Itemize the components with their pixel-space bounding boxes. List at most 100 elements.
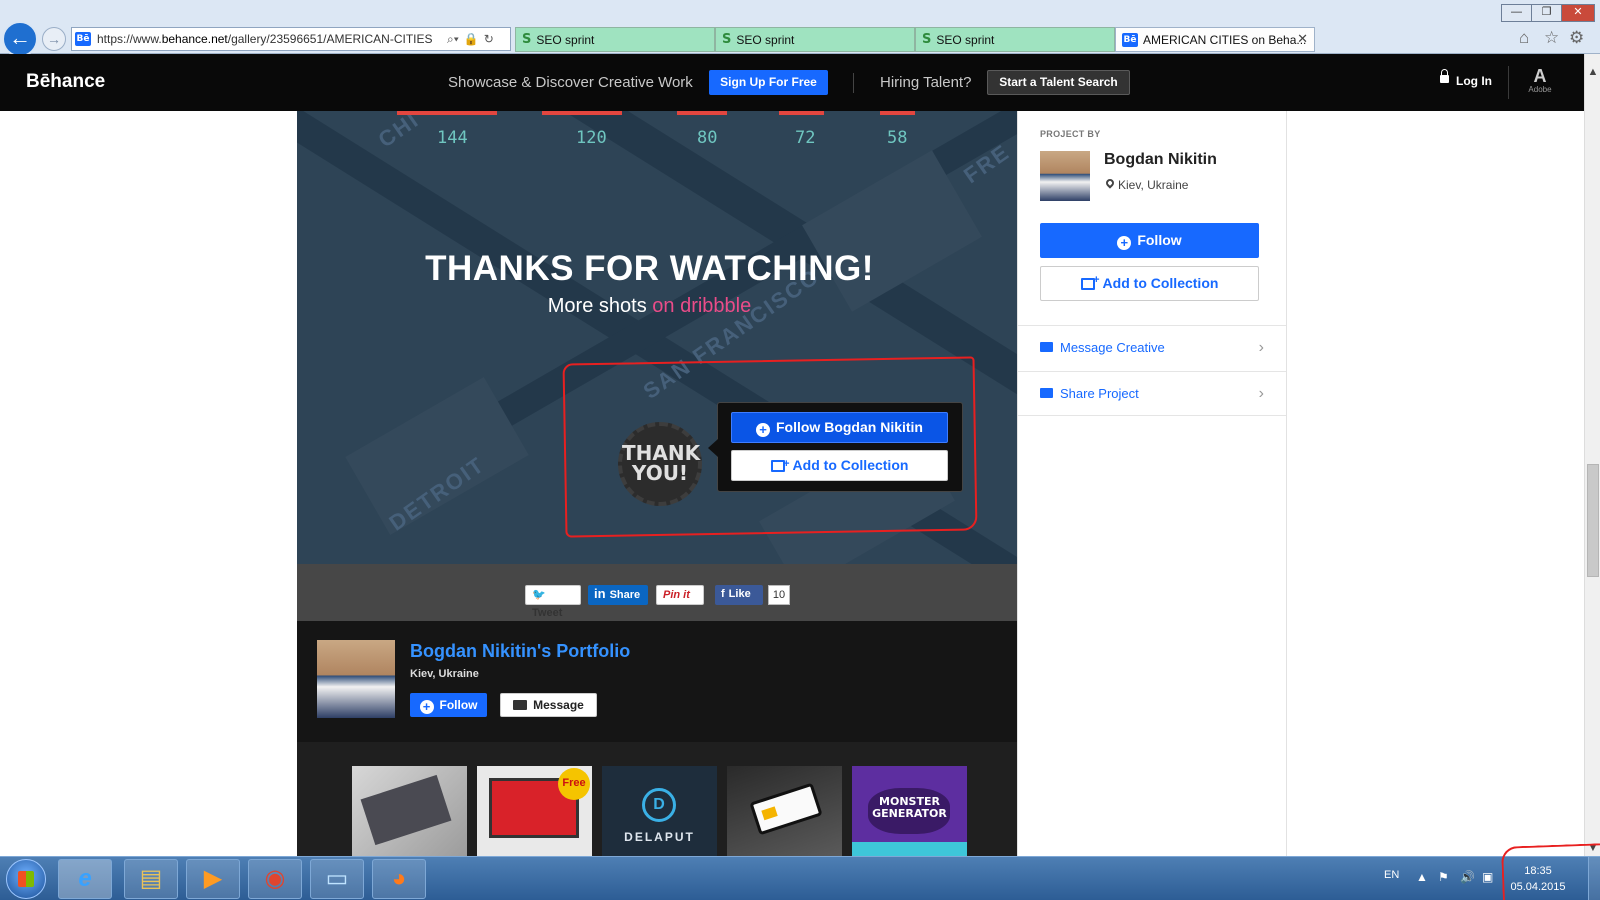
project-thumbnail[interactable]: Free [477,766,592,856]
seo-favicon-icon: S [722,32,732,47]
back-button[interactable]: ← [2,21,38,57]
chevron-right-icon: › [1258,339,1264,356]
linkedin-share-button[interactable]: in Share [588,585,648,605]
lock-icon[interactable]: 🔒 [464,32,479,46]
tab-label: SEO sprint [936,32,995,47]
follow-bogdan-nikitin-button[interactable]: + Follow Bogdan Nikitin [731,412,948,443]
owner-message-button[interactable]: Message [500,693,597,717]
message-creative-label: Message Creative [1060,340,1165,355]
login-link[interactable]: Log In [1456,74,1492,88]
notepad-icon[interactable]: ▭ [310,859,364,899]
owner-follow-label: Follow [439,698,478,712]
scroll-up-arrow-icon[interactable]: ▲ [1585,66,1600,78]
volume-icon[interactable]: 🔊 [1460,870,1475,884]
thanks-title: THANKS FOR WATCHING! [425,249,874,288]
share-project-link[interactable]: Share Project › [1018,371,1286,416]
tray-expand-icon[interactable]: ▲ [1416,870,1428,884]
forward-button[interactable]: → [42,27,66,51]
tab-american-cities[interactable]: Bē AMERICAN CITIES on Beha... ✕ [1115,27,1315,52]
share-strip: 🐦 Tweet in Share Pin it f Like 10 [297,564,1017,621]
stat-value: 72 [795,128,816,148]
tweet-button[interactable]: 🐦 Tweet [525,585,581,619]
file-explorer-icon[interactable]: ▤ [124,859,178,899]
envelope-icon [1040,342,1053,352]
address-bar[interactable]: Bē https://www.behance.net/gallery/23596… [71,27,511,51]
header-divider [1508,66,1509,99]
project-thumbnail[interactable]: D DELAPUT [602,766,717,856]
talent-search-button[interactable]: Start a Talent Search [987,70,1130,95]
search-icon[interactable]: ⌕▾ [447,32,459,47]
tools-gear-icon[interactable]: ⚙ [1569,28,1584,48]
home-icon[interactable]: ⌂ [1519,28,1529,48]
project-thumbnail[interactable]: MONSTER GENERATOR [852,766,967,856]
start-button[interactable] [6,859,46,899]
seo-favicon-icon: S [922,32,932,47]
tab-seo-sprint-1[interactable]: S SEO sprint [515,27,715,52]
language-indicator[interactable]: EN [1384,869,1399,881]
minimize-button[interactable]: — [1501,4,1532,22]
thank-you-line-1: THANK [622,441,701,465]
more-projects-row: Free D DELAPUT MONSTER GENERATOR [297,742,1017,856]
message-creative-link[interactable]: Message Creative › [1018,325,1286,370]
behance-logo[interactable]: Bēhance [26,71,105,93]
facebook-icon: f [721,588,725,600]
linkedin-label: Share [609,589,641,601]
tablet-mockup [360,774,452,846]
like-label: Like [728,588,751,600]
owner-avatar[interactable] [317,640,395,718]
project-thumbnail[interactable] [727,766,842,856]
action-center-flag-icon[interactable]: ⚑ [1438,870,1449,884]
chrome-icon[interactable]: ◉ [248,859,302,899]
project-thumbnail[interactable] [352,766,467,856]
internet-explorer-icon[interactable]: e [58,859,112,899]
project-artwork: CHI SAN FRANCISCO DETROIT FRE 144 120 80… [297,111,1017,564]
portfolio-link[interactable]: Bogdan Nikitin's Portfolio [410,641,630,662]
project-sidebar: PROJECT BY Bogdan Nikitin Kiev, Ukraine … [1017,111,1287,856]
stat-bar [397,111,497,115]
tab-seo-sprint-3[interactable]: S SEO sprint [915,27,1115,52]
page-gutter-left [0,111,297,856]
adobe-logo[interactable]: A Adobe [1526,67,1554,94]
tab-seo-sprint-2[interactable]: S SEO sprint [715,27,915,52]
pinterest-button[interactable]: Pin it [656,585,704,605]
add-collection-icon [1080,264,1100,297]
adobe-logo-icon: A [1533,66,1547,86]
header-tagline: Showcase & Discover Creative Work [448,74,693,91]
facebook-like-button[interactable]: f Like [715,585,763,605]
creator-name[interactable]: Bogdan Nikitin [1104,151,1217,169]
free-badge: Free [558,768,590,800]
sidebar-add-to-collection-button[interactable]: Add to Collection [1040,264,1259,301]
add-to-collection-button[interactable]: Add to Collection [731,450,948,481]
linkedin-icon: in [594,586,606,601]
favorites-star-icon[interactable]: ☆ [1544,28,1559,48]
refresh-icon[interactable]: ↻ [484,32,494,46]
stat-bar [880,111,915,115]
sidebar-follow-button[interactable]: + Follow [1040,223,1259,258]
location-pin-icon [1104,177,1116,189]
network-icon[interactable]: ▣ [1482,870,1493,884]
page-scrollbar[interactable]: ▲ ▼ [1584,54,1600,856]
firefox-icon[interactable]: ◕ [372,859,426,899]
owner-follow-button[interactable]: + Follow [410,693,487,717]
scrollbar-thumb[interactable] [1587,464,1599,577]
add-collection-icon [770,450,790,479]
media-player-icon[interactable]: ▶ [186,859,240,899]
dribbble-link[interactable]: on dribbble [652,295,751,317]
stat-bar [542,111,622,115]
monster-teeth [852,842,967,856]
owner-message-label: Message [533,698,584,712]
cta-collection-label: Add to Collection [792,457,909,473]
follow-cta-box: + Follow Bogdan Nikitin Add to Collection [708,402,963,492]
behance-favicon-icon: Bē [75,32,91,46]
project-by-label: PROJECT BY [1040,129,1101,139]
sign-up-button[interactable]: Sign Up For Free [709,70,828,95]
thank-you-line-2: YOU! [631,461,689,485]
close-window-button[interactable]: ✕ [1561,4,1595,22]
creator-avatar[interactable] [1040,151,1090,201]
header-divider [853,73,854,93]
close-tab-icon[interactable]: ✕ [1297,31,1308,47]
plus-icon: + [419,700,434,714]
address-url[interactable]: https://www.behance.net/gallery/23596651… [97,32,442,46]
restore-button[interactable]: ❐ [1531,4,1562,22]
url-domain: behance.net [161,32,228,46]
